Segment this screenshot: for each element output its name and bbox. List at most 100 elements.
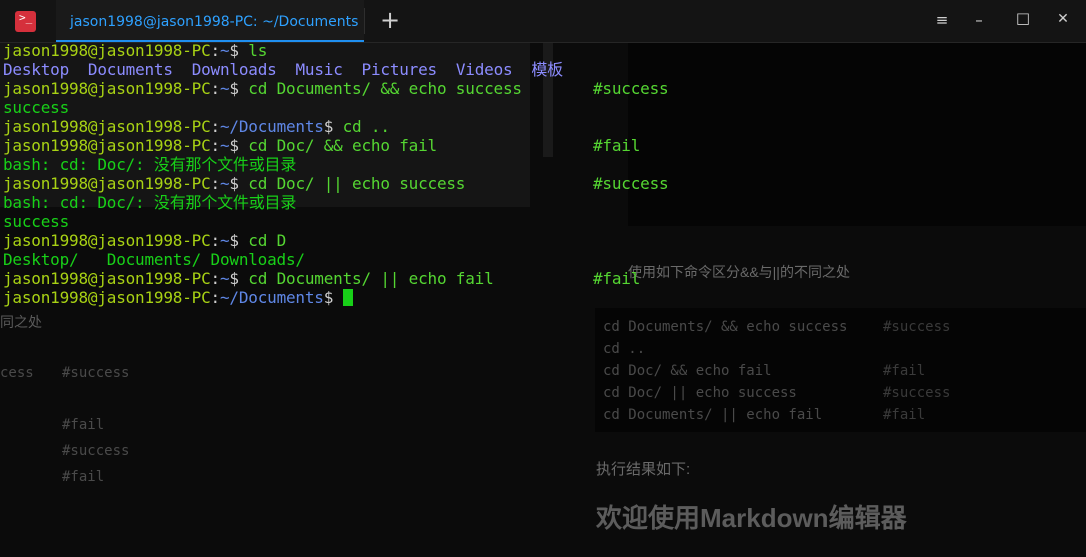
output-text: bash: cd: Doc/: 没有那个文件或目录 — [3, 193, 297, 212]
terminal-line: jason1998@jason1998-PC:~/Documents$ — [3, 288, 563, 307]
command-text: cd Documents/ || echo fail — [248, 269, 494, 288]
code-line: cd .. — [603, 338, 847, 360]
code-line: cd Documents/ || echo fail #fail — [603, 404, 925, 426]
code-comment: #success — [883, 319, 951, 335]
prompt-colon: : — [210, 79, 221, 98]
prompt-user-host: jason1998@jason1998-PC — [3, 231, 211, 250]
terminal-line: Desktop Documents Downloads Music Pictur… — [3, 60, 563, 79]
left-comment-fragment: #success — [62, 365, 130, 381]
maximize-button[interactable]: □ — [1013, 9, 1033, 29]
prompt-symbol: $ — [229, 174, 249, 193]
directory-entry: Music — [295, 60, 343, 79]
command-text: cd .. — [342, 117, 390, 136]
command-text: ls — [248, 41, 268, 60]
terminal-line: success — [3, 98, 563, 117]
prompt-user-host: jason1998@jason1998-PC — [3, 79, 211, 98]
left-desc-fragment: 同之处 — [0, 314, 42, 330]
directory-entry: Videos — [455, 60, 513, 79]
output-text: bash: cd: Doc/: 没有那个文件或目录 — [3, 155, 297, 174]
prompt-colon: : — [210, 117, 221, 136]
directory-entry: Documents — [87, 60, 173, 79]
command-text: cd Documents/ && echo success — [248, 79, 522, 98]
close-button[interactable]: ✕ — [1053, 11, 1073, 31]
output-text: success — [3, 98, 70, 117]
code-line: cd Documents/ && echo success #success — [603, 316, 950, 338]
terminal-line: jason1998@jason1998-PC:~$ cd D — [3, 231, 563, 250]
prompt-symbol: $ — [229, 41, 249, 60]
title-bar: >_ jason1998@jason1998-PC: ~/Documents +… — [0, 0, 1086, 43]
terminal-app-icon[interactable]: >_ — [15, 11, 36, 32]
prompt-user-host: jason1998@jason1998-PC — [3, 136, 211, 155]
command-comment: #success — [593, 174, 669, 193]
tab-terminal[interactable]: jason1998@jason1998-PC: ~/Documents — [56, 0, 364, 42]
prompt-symbol: $ — [229, 79, 249, 98]
code-comment: #fail — [883, 363, 926, 379]
terminal-line: jason1998@jason1998-PC:~$ cd Doc/ && ech… — [3, 136, 640, 155]
directory-entry: Pictures — [361, 60, 438, 79]
output-text: success — [3, 212, 70, 231]
command-text: cd D — [248, 231, 287, 250]
terminal-line: jason1998@jason1998-PC:~$ cd Documents/ … — [3, 79, 669, 98]
code-command: cd Documents/ || echo fail — [603, 407, 823, 423]
prompt-user-host: jason1998@jason1998-PC — [3, 174, 211, 193]
tab-divider — [364, 8, 365, 34]
code-line: cd Doc/ || echo success #success — [603, 382, 950, 404]
prompt-user-host: jason1998@jason1998-PC — [3, 41, 211, 60]
command-text: cd Doc/ && echo fail — [248, 136, 437, 155]
command-text: cd Doc/ || echo success — [248, 174, 466, 193]
prompt-colon: : — [210, 231, 221, 250]
directory-entry: Desktop — [3, 60, 70, 79]
tab-title: jason1998@jason1998-PC: ~/Documents — [70, 14, 359, 30]
terminal-line: bash: cd: Doc/: 没有那个文件或目录 — [3, 193, 563, 212]
prompt-path: ~ — [219, 231, 230, 250]
output-text: Desktop/ Documents/ Downloads/ — [3, 250, 305, 269]
prompt-symbol: $ — [229, 231, 249, 250]
prompt-user-host: jason1998@jason1998-PC — [3, 269, 211, 288]
prompt-path: ~ — [219, 174, 230, 193]
left-comment-fragment: #fail — [62, 469, 105, 485]
terminal-line: jason1998@jason1998-PC:~$ cd Documents/ … — [3, 269, 640, 288]
prompt-path: ~ — [219, 79, 230, 98]
command-comment: #success — [593, 79, 669, 98]
terminal-line: jason1998@jason1998-PC:~/Documents$ cd .… — [3, 117, 563, 136]
prompt-path: ~/Documents — [219, 288, 324, 307]
prompt-colon: : — [210, 41, 221, 60]
terminal-line: jason1998@jason1998-PC:~$ ls — [3, 41, 563, 60]
prompt-path: ~ — [219, 269, 230, 288]
terminal-line: jason1998@jason1998-PC:~$ cd Doc/ || ech… — [3, 174, 669, 193]
code-comment: #success — [883, 385, 951, 401]
command-comment: #fail — [593, 136, 641, 155]
prompt-user-host: jason1998@jason1998-PC — [3, 117, 211, 136]
prompt-colon: : — [210, 136, 221, 155]
minimize-button[interactable]: – — [969, 11, 989, 31]
prompt-symbol: $ — [323, 288, 343, 307]
prompt-path: ~ — [219, 136, 230, 155]
prompt-colon: : — [210, 174, 221, 193]
new-tab-button[interactable]: + — [378, 8, 402, 33]
code-line: cd Doc/ && echo fail #fail — [603, 360, 925, 382]
terminal-output[interactable]: jason1998@jason1998-PC:~$ ls Desktop Docu… — [3, 41, 669, 307]
directory-entry: Downloads — [191, 60, 277, 79]
left-comment-fragment: #fail — [62, 417, 105, 433]
description-text: 使用如下命令区分&&与||的不同之处 — [628, 264, 850, 280]
prompt-colon: : — [210, 269, 221, 288]
code-command: cd Doc/ && echo fail — [603, 363, 772, 379]
left-comment-fragment: cess — [0, 365, 34, 381]
prompt-user-host: jason1998@jason1998-PC — [3, 288, 211, 307]
left-comment-fragment: #success — [62, 443, 130, 459]
menu-button[interactable]: ≡ — [932, 11, 952, 31]
prompt-path: ~ — [219, 41, 230, 60]
directory-entry: 模板 — [531, 60, 563, 79]
right-code-block-top — [628, 42, 1086, 226]
prompt-symbol: $ — [323, 117, 343, 136]
prompt-symbol: $ — [229, 269, 249, 288]
markdown-heading: 欢迎使用Markdown编辑器 — [596, 503, 907, 533]
prompt-colon: : — [210, 288, 221, 307]
terminal-cursor — [342, 289, 353, 306]
code-comment: #fail — [883, 407, 926, 423]
command-comment: #fail — [593, 269, 641, 288]
code-command: cd Doc/ || echo success — [603, 385, 797, 401]
terminal-line: bash: cd: Doc/: 没有那个文件或目录 — [3, 155, 563, 174]
code-command: cd Documents/ && echo success — [603, 319, 848, 335]
terminal-line: Desktop/ Documents/ Downloads/ — [3, 250, 563, 269]
